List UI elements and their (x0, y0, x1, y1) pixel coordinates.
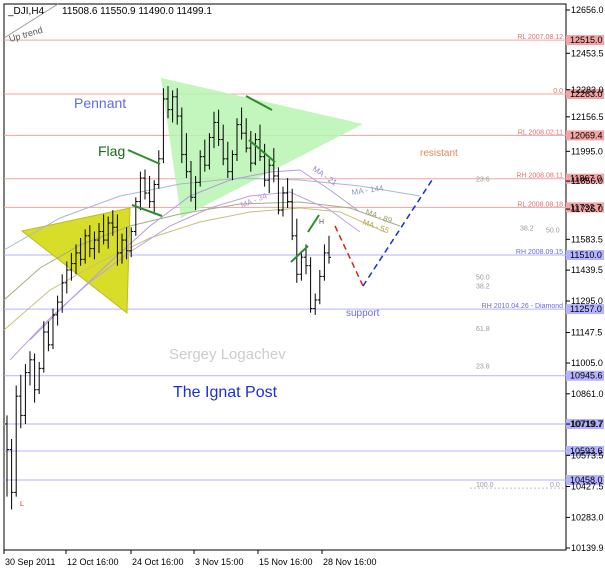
support-label: support (346, 308, 380, 319)
low-marker: L (20, 501, 24, 508)
fib-label: 50.0 (546, 228, 560, 235)
level-label: RH 2010.04.26 - Diamond (482, 303, 563, 310)
y-tick-label: 11295.0 (571, 296, 603, 306)
y-tick-label: 12656.0 (571, 5, 604, 15)
fib-label: 23.6 (476, 176, 490, 183)
x-tick-label: 3 Nov 15:00 (195, 557, 244, 567)
y-tick-label: 11147.5 (571, 328, 602, 338)
header-symbol: _DJI,H4 (7, 6, 45, 17)
price-chart: RL 2007.08.12 12515.00.0 12263.0RL 2008.02… (3, 3, 604, 567)
y-tick-label: 11725.0 (571, 204, 603, 214)
y-tick-label: 10573.5 (571, 450, 604, 460)
author-watermark: Sergey Logachev (169, 346, 286, 363)
y-tick-label: 10139.9 (571, 543, 604, 553)
y-tick-label: 10861.0 (571, 389, 604, 399)
y-tick-label: 10719.7 (571, 419, 604, 429)
pennant-label: Pennant (74, 95, 126, 111)
x-tick-label: 28 Nov 16:00 (323, 557, 377, 567)
flag-label: Flag (98, 143, 125, 159)
level-label: RL 2008.02.11 (518, 129, 563, 136)
y-tick-label: 12283.0 (571, 85, 604, 95)
level-tag: 10945.6 (570, 371, 603, 381)
level-label: RL 2008.08.18 (517, 201, 563, 208)
level-tag: 12515.0 (570, 35, 603, 45)
header-ohlc: 11508.6 11550.9 11490.0 11499.1 (62, 6, 212, 17)
y-tick-label: 12453.5 (571, 48, 604, 58)
y-tick-label: 11995.0 (571, 146, 603, 156)
high-marker: H (319, 219, 324, 226)
y-tick-label: 10427.5 (571, 482, 604, 492)
y-tick-label: 11583.5 (571, 234, 603, 244)
x-tick-label: 15 Nov 16:00 (259, 557, 313, 567)
level-label: 0.0 (553, 88, 563, 95)
level-label: RH 2008.09.15 (516, 249, 563, 256)
fib-label: 38.2 (520, 226, 534, 233)
level-tag: 12069.4 (570, 130, 603, 140)
y-tick-label: 10283.0 (571, 512, 604, 522)
fib-label: 61.8 (476, 326, 490, 333)
y-tick-label: 11439.5 (571, 265, 603, 275)
resistant-label: resistant (420, 148, 458, 159)
y-tick-label: 11856.0 (571, 176, 603, 186)
level-label: RH 2008.08.11 (516, 173, 563, 180)
x-tick-label: 30 Sep 2011 (5, 557, 55, 567)
level-label: RL 2007.08.12 (517, 34, 563, 41)
y-axis: 12656.0 12453.5 12283.0 12156.5 11995.0 11856… (566, 5, 604, 553)
x-axis: 30 Sep 2011 12 Oct 16:00 24 Oct 16:00 3 Nov… (3, 550, 377, 567)
y-tick-label: 11005.0 (571, 358, 603, 368)
x-tick-label: 12 Oct 16:00 (67, 557, 119, 567)
fib-label: 23.6 (476, 363, 490, 370)
y-tick-label: 12156.5 (571, 112, 604, 122)
fib-label: 38.2 (476, 283, 490, 290)
brand-label: The Ignat Post (173, 384, 278, 401)
x-tick-label: 24 Oct 16:00 (132, 557, 184, 567)
fib-label: 50.0 (476, 275, 490, 282)
level-tag: 11510.0 (570, 250, 602, 260)
